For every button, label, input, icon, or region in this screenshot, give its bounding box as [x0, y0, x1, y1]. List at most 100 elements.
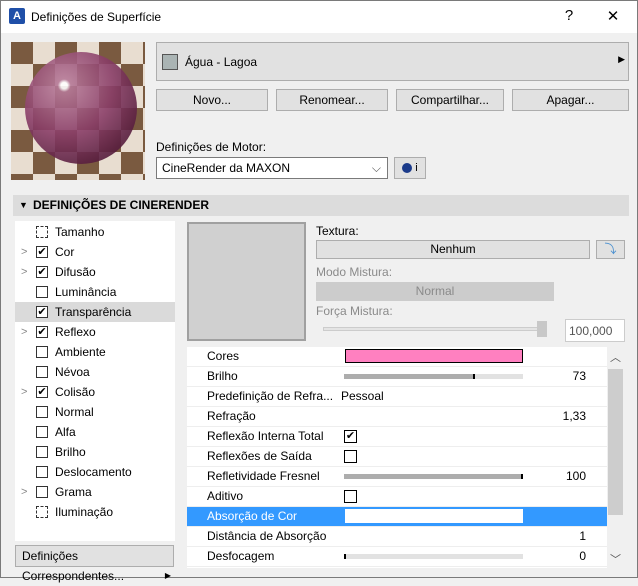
property-number[interactable]: 1,33 [563, 407, 586, 426]
channel-item[interactable]: > ✔ Reflexo [15, 322, 175, 342]
property-slider[interactable] [344, 474, 523, 479]
blend-strength-slider[interactable] [323, 327, 545, 331]
channel-checkbox[interactable] [36, 486, 48, 498]
channel-item[interactable]: Luminância [15, 282, 175, 302]
channel-checkbox[interactable]: ✔ [36, 326, 48, 338]
channel-checkbox[interactable] [36, 366, 48, 378]
new-button[interactable]: Novo... [156, 89, 268, 111]
share-button[interactable]: Compartilhar... [396, 89, 504, 111]
channel-item[interactable]: Brilho [15, 442, 175, 462]
channel-item[interactable]: Deslocamento [15, 462, 175, 482]
channel-item[interactable]: > ✔ Difusão [15, 262, 175, 282]
property-label: Brilho [207, 369, 238, 383]
engine-info-button[interactable]: i [394, 157, 426, 179]
channel-item[interactable]: Ambiente [15, 342, 175, 362]
channel-checkbox[interactable]: ✔ [36, 246, 48, 258]
channel-checkbox[interactable] [36, 466, 48, 478]
chevron-right-icon[interactable]: > [21, 322, 27, 342]
chevron-right-icon[interactable]: > [21, 242, 27, 262]
property-row[interactable]: Absorção de Cor [187, 507, 607, 527]
chevron-right-icon[interactable]: > [21, 482, 27, 502]
property-label: Desfocagem [207, 549, 275, 563]
property-row[interactable]: Desfocagem 0 [187, 547, 607, 567]
property-row[interactable]: Cores [187, 347, 607, 367]
delete-button[interactable]: Apagar... [512, 89, 629, 111]
size-icon [36, 226, 48, 238]
property-row[interactable]: Reflexões de Saída [187, 447, 607, 467]
property-value[interactable]: Pessoal [341, 387, 384, 406]
window-title: Definições de Superfície [31, 10, 162, 24]
chevron-right-icon: ▶ [618, 54, 625, 64]
property-row[interactable]: Aditivo [187, 487, 607, 507]
channel-label: Tamanho [55, 225, 105, 239]
close-button[interactable]: ✕ [601, 7, 625, 25]
property-slider[interactable] [344, 554, 523, 559]
channel-checkbox[interactable] [36, 426, 48, 438]
matching-settings-button[interactable]: Definições Correspondentes... ▶ [15, 545, 174, 583]
scroll-up-icon[interactable]: ︿ [610, 349, 621, 365]
slider-thumb[interactable] [537, 321, 547, 337]
property-row[interactable]: Reflexão Interna Total ✔ [187, 427, 607, 447]
channel-checkbox[interactable]: ✔ [36, 266, 48, 278]
engine-label: Definições de Motor: [156, 140, 267, 154]
blend-mode-select[interactable]: Normal [316, 282, 554, 301]
material-name: Água - Lagoa [185, 55, 258, 69]
channel-item[interactable]: ✔ Transparência [15, 302, 175, 322]
property-row[interactable]: Refração 1,33 [187, 407, 607, 427]
channel-checkbox[interactable] [36, 346, 48, 358]
channel-checkbox[interactable] [36, 446, 48, 458]
chevron-right-icon[interactable]: > [21, 262, 27, 282]
scroll-thumb[interactable] [608, 369, 623, 515]
property-label: Refração [207, 409, 256, 423]
channel-checkbox[interactable] [36, 286, 48, 298]
texture-button[interactable]: Nenhum [316, 240, 590, 259]
property-checkbox[interactable] [344, 450, 357, 463]
property-checkbox[interactable] [344, 490, 357, 503]
rename-button[interactable]: Renomear... [276, 89, 388, 111]
property-checkbox[interactable]: ✔ [344, 430, 357, 443]
property-row[interactable]: Refletividade Fresnel 100 [187, 467, 607, 487]
channel-item[interactable]: Alfa [15, 422, 175, 442]
info-icon: i [415, 162, 418, 174]
channel-label: Normal [55, 405, 94, 419]
channel-item[interactable]: Névoa [15, 362, 175, 382]
channel-item[interactable]: Tamanho [15, 222, 175, 242]
channel-label: Cor [55, 245, 75, 259]
chevron-right-icon[interactable]: > [21, 382, 27, 402]
material-selector[interactable]: Água - Lagoa ▶ [156, 42, 629, 81]
property-number[interactable]: 100 [566, 467, 586, 486]
channel-checkbox[interactable]: ✔ [36, 306, 48, 318]
scroll-down-icon[interactable]: ﹀ [610, 551, 621, 567]
channel-item[interactable]: Iluminação [15, 502, 175, 522]
chevron-right-icon: ▶ [164, 571, 171, 580]
property-number[interactable]: 73 [573, 367, 586, 386]
channel-label: Alfa [55, 425, 76, 439]
help-button[interactable]: ? [557, 7, 581, 24]
property-label: Reflexão Interna Total [207, 429, 324, 443]
blend-strength-input[interactable]: 100,000 [565, 319, 625, 342]
property-number[interactable]: 1 [579, 527, 586, 546]
channel-item[interactable]: > ✔ Colisão [15, 382, 175, 402]
property-label: Aditivo [207, 489, 244, 503]
channel-label: Reflexo [55, 325, 96, 339]
property-slider[interactable] [344, 374, 523, 379]
color-swatch[interactable] [345, 349, 523, 363]
triangle-down-icon: ▼ [19, 200, 28, 210]
channel-checkbox[interactable] [36, 406, 48, 418]
channel-label: Colisão [55, 385, 96, 399]
channel-item[interactable]: > Grama [15, 482, 175, 502]
blend-strength-label: Força Mistura: [316, 304, 393, 318]
cinerender-section-header[interactable]: ▼ DEFINIÇÕES DE CINERENDER [13, 195, 629, 216]
channel-item[interactable]: > ✔ Cor [15, 242, 175, 262]
property-number[interactable]: 0 [579, 547, 586, 566]
channel-checkbox[interactable]: ✔ [36, 386, 48, 398]
engine-select[interactable]: CineRender da MAXON ⌵ [156, 157, 388, 179]
channel-label: Névoa [55, 365, 90, 379]
property-row[interactable]: Distância de Absorção 1 [187, 527, 607, 547]
color-swatch[interactable] [345, 509, 523, 523]
channel-item[interactable]: Normal [15, 402, 175, 422]
property-row[interactable]: Brilho 73 [187, 367, 607, 387]
property-row[interactable]: Predefinição de Refra... Pessoal [187, 387, 607, 407]
scrollbar[interactable]: ︿ ﹀ [607, 347, 624, 568]
load-texture-icon[interactable]: ⤵ [596, 240, 625, 259]
